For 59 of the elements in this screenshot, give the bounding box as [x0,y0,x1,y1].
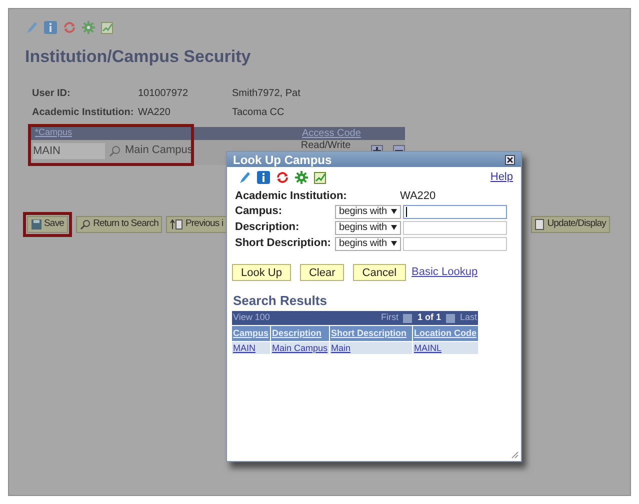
gear-icon[interactable] [295,170,308,184]
operator-dropdown[interactable]: begins with [335,204,401,218]
field-label: Campus: [235,204,284,220]
search-input[interactable] [403,220,507,234]
dialog-button[interactable]: Look Up [232,264,291,280]
dialog-title: Look Up Campus [233,152,332,168]
save-button[interactable]: Save [27,216,68,232]
search-button[interactable]: Return to Search [76,216,162,232]
view-all-link[interactable]: View 100 [233,311,270,325]
caret-icon [391,241,397,246]
page-title: Institution/Campus Security [25,46,252,68]
help-link[interactable]: Help [490,169,513,186]
field-value: WA220 [138,106,172,120]
first-link[interactable]: First [380,311,398,325]
basic-lookup-link[interactable]: Basic Lookup [412,264,478,280]
info-icon[interactable] [257,170,270,184]
document-icon [535,218,546,230]
search-input[interactable] [403,236,507,250]
page-count: 1 of 1 [417,311,441,324]
operator-dropdown[interactable]: begins with [335,236,401,250]
field-description: Tacoma CC [232,106,284,120]
result-link[interactable]: MAINL [413,342,478,354]
access-code: Read/Write [300,140,351,150]
last-link[interactable]: Last [460,311,477,325]
results-heading: Search Results [233,292,328,310]
search-input[interactable] [403,204,507,218]
search-icon[interactable] [109,144,121,156]
field-value: 101007972 [138,86,190,100]
caret-icon [391,209,397,214]
result-link[interactable]: Main Campus [271,342,329,354]
dialog-button[interactable]: Clear [300,264,344,280]
campus-description: Main Campus [125,143,193,158]
result-link[interactable]: MAIN [232,342,270,354]
gear-icon[interactable] [82,21,95,34]
field-label: Short Description: [235,236,332,252]
operator-dropdown[interactable]: begins with [335,220,401,234]
field-label: Academic Institution: [235,188,348,204]
dialog-button[interactable]: Cancel [353,264,406,280]
field-value: WA220 [400,188,436,204]
info-icon[interactable] [44,21,57,34]
next-button[interactable] [446,314,455,322]
field-label: Description: [235,220,300,236]
up-document-icon [170,218,184,230]
chart-icon[interactable] [314,170,327,184]
result-link[interactable]: Main [330,342,412,354]
resize-grip-icon[interactable] [511,451,519,459]
update-button[interactable]: Update/Display [531,216,610,232]
previous-button[interactable] [403,314,412,322]
magnifier-icon [80,218,92,230]
field-description: Smith7972, Pat [232,86,300,100]
caret-icon [391,225,397,230]
campus-input[interactable]: MAIN [33,142,105,158]
refresh-icon[interactable] [276,170,289,184]
close-icon[interactable] [505,154,515,164]
chart-icon[interactable] [101,21,114,34]
pen-icon[interactable] [238,170,251,184]
previous-button[interactable]: Previous i [166,216,228,232]
field-label: Academic Institution: [32,106,135,120]
field-label: User ID: [32,86,72,100]
